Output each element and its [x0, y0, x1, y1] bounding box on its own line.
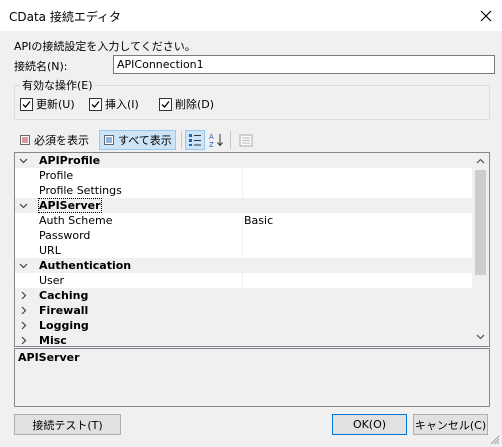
column-divider[interactable] — [242, 273, 243, 288]
scroll-down-icon — [476, 334, 485, 340]
delete-label: 削除(D) — [175, 98, 215, 111]
property-name: Profile — [39, 169, 74, 182]
category-name: Misc — [39, 334, 67, 347]
grid-category-row[interactable]: APIProfile — [15, 153, 472, 168]
grid-property-row[interactable]: Auth Scheme Basic — [15, 213, 472, 229]
close-button[interactable] — [470, 0, 502, 31]
check-icon — [91, 100, 100, 108]
test-connection-button[interactable]: 接続テスト(T) — [14, 414, 121, 435]
grid-property-row[interactable]: User — [15, 273, 472, 289]
title-bar: CData 接続エディタ — [0, 0, 502, 31]
property-name: User — [39, 274, 65, 287]
show-all-button[interactable]: すべて表示 — [99, 130, 176, 150]
cancel-button[interactable]: キャンセル(C) — [413, 414, 488, 435]
show-required-label: 必須を表示 — [34, 134, 89, 147]
checkbox-box — [20, 97, 33, 111]
column-divider[interactable] — [242, 228, 243, 243]
property-pages-icon — [239, 134, 253, 146]
category-name: Authentication — [39, 259, 132, 272]
grid-category-row[interactable]: Misc — [15, 333, 472, 347]
property-pages-button[interactable] — [236, 130, 256, 150]
checkbox-box — [89, 97, 102, 111]
sort-az-icon: AZ — [209, 133, 223, 148]
toolbar-separator — [181, 131, 182, 149]
property-name: URL — [39, 244, 61, 257]
connection-name-label: 接続名(N): — [14, 60, 68, 73]
grid-category-row[interactable]: Caching — [15, 288, 472, 303]
column-divider[interactable] — [242, 168, 243, 183]
checkbox-box — [159, 97, 172, 111]
insert-label: 挿入(I) — [105, 98, 139, 111]
categorized-icon — [189, 134, 201, 146]
scroll-thumb[interactable] — [475, 170, 486, 275]
grid-category-row[interactable]: APIServer — [15, 198, 472, 213]
grid-property-row[interactable]: Profile Settings — [15, 183, 472, 199]
show-all-label: すべて表示 — [118, 134, 172, 147]
update-checkbox[interactable]: 更新(U) — [20, 96, 75, 112]
alphabetical-button[interactable]: AZ — [206, 130, 226, 150]
close-icon — [480, 10, 492, 21]
check-icon — [22, 100, 31, 108]
chevron-down-icon[interactable] — [19, 261, 28, 270]
property-name: Password — [39, 229, 91, 242]
category-name: Caching — [39, 289, 89, 302]
test-connection-label: 接続テスト(T) — [32, 418, 103, 432]
operations-legend: 有効な操作(E) — [20, 77, 95, 93]
ok-label: OK(O) — [352, 418, 387, 431]
chevron-right-icon[interactable] — [19, 321, 28, 330]
scroll-up-icon — [476, 158, 485, 164]
insert-checkbox[interactable]: 挿入(I) — [89, 96, 139, 112]
grid-property-row[interactable]: Password — [15, 228, 472, 244]
category-name: Firewall — [39, 304, 89, 317]
list-icon — [20, 135, 30, 145]
chevron-right-icon[interactable] — [19, 291, 28, 300]
column-divider[interactable] — [242, 243, 243, 258]
chevron-right-icon[interactable] — [19, 306, 28, 315]
chevron-right-icon[interactable] — [19, 336, 28, 345]
category-name: Logging — [39, 319, 89, 332]
intro-text: APIの接続設定を入力してください。 — [14, 40, 196, 53]
description-pane: APIServer — [14, 348, 490, 407]
category-name: APIProfile — [39, 154, 101, 167]
list-icon — [104, 135, 114, 145]
grid-category-row[interactable]: Authentication — [15, 258, 472, 273]
ok-button[interactable]: OK(O) — [332, 414, 407, 435]
delete-checkbox[interactable]: 削除(D) — [159, 96, 214, 112]
category-name: APIServer — [38, 198, 102, 213]
column-divider[interactable] — [242, 183, 243, 198]
connection-name-input[interactable] — [113, 55, 495, 74]
grid-property-row[interactable]: URL — [15, 243, 472, 259]
grid-category-row[interactable]: Firewall — [15, 303, 472, 318]
chevron-down-icon[interactable] — [19, 201, 28, 210]
description-title: APIServer — [18, 351, 80, 364]
svg-text:Z: Z — [209, 141, 214, 148]
cancel-label: キャンセル(C) — [414, 418, 487, 432]
window-title: CData 接続エディタ — [9, 10, 122, 24]
property-name: Auth Scheme — [39, 214, 113, 227]
property-name: Profile Settings — [39, 184, 122, 197]
resize-grip-icon[interactable] — [490, 435, 500, 445]
column-divider[interactable] — [242, 213, 243, 228]
update-label: 更新(U) — [36, 98, 75, 111]
svg-text:A: A — [209, 133, 214, 141]
toolbar-separator — [230, 131, 231, 149]
property-grid[interactable]: APIProfile Profile Profile Settings APIServ… — [14, 152, 490, 347]
show-required-button[interactable]: 必須を表示 — [16, 130, 92, 150]
property-value[interactable]: Basic — [244, 214, 273, 227]
check-icon — [161, 100, 170, 108]
categorized-button[interactable] — [185, 130, 205, 150]
vertical-scrollbar[interactable] — [472, 153, 489, 346]
chevron-down-icon[interactable] — [19, 156, 28, 165]
grid-category-row[interactable]: Logging — [15, 318, 472, 333]
grid-property-row[interactable]: Profile — [15, 168, 472, 184]
